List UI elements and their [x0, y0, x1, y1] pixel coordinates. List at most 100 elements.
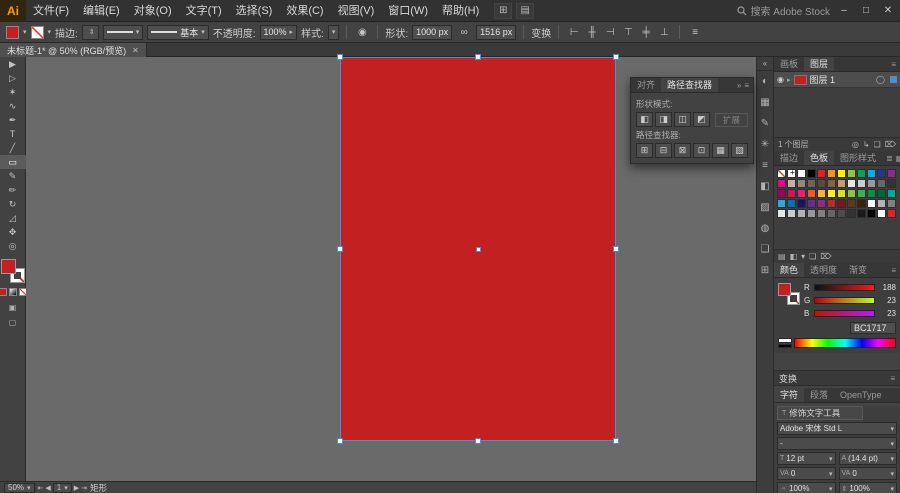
- color-swatch[interactable]: [787, 179, 796, 188]
- color-swatch[interactable]: [867, 199, 876, 208]
- tracking-field[interactable]: VA 0 ▾: [838, 467, 897, 480]
- color-swatch[interactable]: [837, 169, 846, 178]
- color-swatch[interactable]: [827, 179, 836, 188]
- tab-paragraph[interactable]: 段落: [804, 388, 834, 402]
- menu-item[interactable]: 对象(O): [127, 0, 179, 22]
- color-swatch[interactable]: [867, 189, 876, 198]
- selection-handle-bottom-left[interactable]: [337, 438, 343, 444]
- visibility-eye-icon[interactable]: ◉: [777, 75, 784, 84]
- color-swatch[interactable]: [857, 189, 866, 198]
- pathfinder-button[interactable]: ▧: [731, 143, 748, 158]
- menu-item[interactable]: 文字(T): [179, 0, 229, 22]
- restore-button[interactable]: □: [858, 3, 874, 19]
- menu-item[interactable]: 视图(V): [331, 0, 382, 22]
- layers-footer-icon[interactable]: ❏: [874, 140, 881, 149]
- dock-panel-icon[interactable]: ◍: [756, 218, 774, 239]
- color-swatch[interactable]: [797, 199, 806, 208]
- dock-panel-icon[interactable]: ✳: [756, 134, 774, 155]
- slider-track[interactable]: [814, 284, 875, 291]
- color-swatch[interactable]: [887, 169, 896, 178]
- panel-menu-icon[interactable]: ≡: [891, 266, 896, 275]
- color-swatch[interactable]: [827, 189, 836, 198]
- color-swatch[interactable]: [817, 179, 826, 188]
- control-panel-menu-icon[interactable]: ≡: [687, 25, 703, 40]
- color-swatch[interactable]: [837, 179, 846, 188]
- color-swatch[interactable]: [817, 189, 826, 198]
- color-swatch[interactable]: [787, 168, 797, 178]
- swatches-footer-icon[interactable]: ▤: [778, 252, 786, 261]
- menu-item[interactable]: 帮助(H): [435, 0, 486, 22]
- color-swatch[interactable]: [777, 169, 786, 178]
- channel-value[interactable]: 23: [878, 309, 896, 318]
- layer-row[interactable]: ◉ ▸ 图层 1 ◯: [774, 72, 900, 88]
- tool-button[interactable]: ↻: [0, 197, 26, 211]
- color-swatch[interactable]: [877, 199, 886, 208]
- color-swatch[interactable]: [797, 169, 806, 178]
- menu-item[interactable]: 效果(C): [279, 0, 330, 22]
- pathfinder-button[interactable]: ⊠: [674, 143, 691, 158]
- fill-swatch[interactable]: [778, 283, 791, 296]
- object-center-point[interactable]: [476, 247, 481, 252]
- tool-button[interactable]: ◎: [0, 239, 26, 253]
- color-swatch[interactable]: [817, 199, 826, 208]
- slider-track[interactable]: [814, 310, 875, 317]
- minimize-button[interactable]: –: [836, 3, 852, 19]
- fill-swatch[interactable]: [0, 259, 16, 274]
- document-tab[interactable]: 未标题-1* @ 50% (RGB/预览) ✕: [0, 43, 147, 57]
- color-swatch[interactable]: [797, 179, 806, 188]
- color-swatch[interactable]: [827, 169, 836, 178]
- font-style-dropdown[interactable]: - ▾: [777, 437, 897, 450]
- stroke-color-swatch[interactable]: [30, 25, 44, 39]
- tab-layers[interactable]: 图层: [804, 57, 835, 71]
- next-artboard-icon[interactable]: ▶: [74, 484, 79, 492]
- variable-width-dropdown[interactable]: ▾: [102, 24, 144, 40]
- dock-panel-icon[interactable]: ▨: [756, 197, 774, 218]
- swatch-view-icon[interactable]: ≣: [886, 154, 893, 163]
- panel-menu-icon[interactable]: ≡: [890, 374, 895, 383]
- first-artboard-icon[interactable]: ⇤: [38, 484, 44, 492]
- tool-button[interactable]: ✥: [0, 225, 26, 239]
- expand-panels-icon[interactable]: «: [756, 57, 774, 71]
- menu-item[interactable]: 文件(F): [26, 0, 76, 22]
- color-swatch[interactable]: [797, 189, 806, 198]
- layer-name[interactable]: 图层 1: [810, 73, 836, 86]
- color-swatch[interactable]: [847, 169, 856, 178]
- gradient-mode-icon[interactable]: [8, 288, 17, 296]
- dock-panel-icon[interactable]: ◐: [756, 71, 774, 92]
- color-swatch[interactable]: [837, 209, 846, 218]
- color-swatch[interactable]: [877, 169, 886, 178]
- tab-pathfinder[interactable]: 路径查找器: [661, 78, 719, 92]
- artboard-number-field[interactable]: 1 ▾: [52, 482, 72, 493]
- shape-mode-button[interactable]: ◨: [655, 112, 672, 127]
- tab-gradient[interactable]: 渐变: [843, 263, 873, 277]
- color-swatch[interactable]: [857, 179, 866, 188]
- font-family-dropdown[interactable]: Adobe 宋体 Std L ▾: [777, 422, 897, 435]
- color-swatch[interactable]: [807, 199, 816, 208]
- color-swatch[interactable]: [777, 179, 786, 188]
- menu-item[interactable]: 编辑(E): [76, 0, 127, 22]
- tab-swatches[interactable]: 色板: [804, 151, 835, 165]
- shape-mode-button[interactable]: ◧: [636, 112, 653, 127]
- color-swatch[interactable]: [807, 179, 816, 188]
- layers-footer-icon[interactable]: ◎: [852, 140, 859, 149]
- align-icon[interactable]: ⊢: [566, 25, 582, 40]
- swatches-footer-icon[interactable]: ◧: [790, 252, 798, 261]
- color-swatch[interactable]: [817, 209, 826, 218]
- menubar-app-icon[interactable]: ▤: [516, 2, 535, 19]
- color-swatch[interactable]: [847, 199, 856, 208]
- tool-button[interactable]: ✎: [0, 169, 26, 183]
- selection-handle-top-left[interactable]: [337, 54, 343, 60]
- layers-footer-icon[interactable]: ↳: [863, 140, 870, 149]
- stroke-caret-icon[interactable]: ▾: [48, 28, 52, 36]
- color-swatch[interactable]: [787, 189, 796, 198]
- selection-handle-middle-right[interactable]: [613, 246, 619, 252]
- horizontal-scale-field[interactable]: ⇔ 100% ▾: [777, 482, 836, 493]
- shape-mode-button[interactable]: ◫: [674, 112, 691, 127]
- vertical-scale-field[interactable]: ⇕ 100% ▾: [838, 482, 897, 493]
- color-swatch[interactable]: [887, 209, 896, 218]
- color-swatch[interactable]: [807, 169, 816, 178]
- recolor-artwork-icon[interactable]: ◉: [354, 25, 370, 40]
- white-swatch[interactable]: [778, 338, 792, 343]
- tool-button[interactable]: ▷: [0, 71, 26, 85]
- dock-panel-icon[interactable]: ≡: [756, 155, 774, 176]
